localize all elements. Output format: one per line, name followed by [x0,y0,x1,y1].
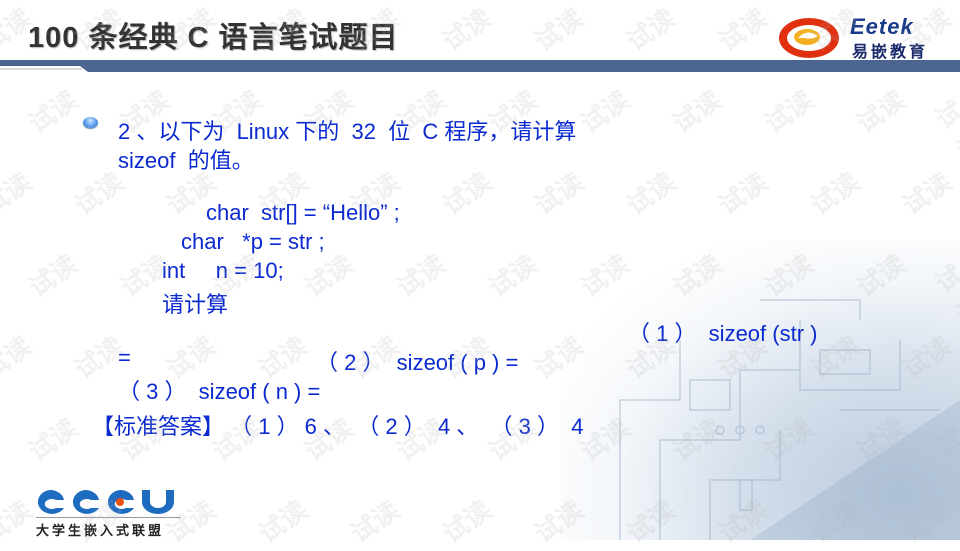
watermark-text: 试读 [22,248,83,303]
code-line-1: char str[] = “Hello” ; [206,200,400,225]
sub-question-2: （ 2 ） sizeof ( p ) = [316,350,519,375]
cccu-divider [36,517,181,518]
question-line-2: sizeof 的值。 [118,148,254,173]
page-title: 100 条经典 C 语言笔试题目 [28,22,399,54]
code-line-4: 请计算 [162,292,229,317]
watermark-text: 试读 [850,84,911,139]
watermark-text: 试读 [528,2,589,57]
cccu-subtitle: 大学生嵌入式联盟 [36,523,165,538]
sub-question-1: （ 1 ） sizeof (str ) [628,321,818,346]
watermark-text: 试读 [390,248,451,303]
sub-question-1-equals: = [118,345,131,370]
eetek-ring-logo-icon [779,18,839,58]
code-line-2: char *p = str ; [181,229,325,254]
eetek-subtitle: 易嵌教育 [852,44,929,61]
watermark-text: 试读 [712,2,773,57]
watermark-text: 试读 [574,84,635,139]
code-line-3: int n = 10; [162,258,284,283]
eetek-logo: Eetek 易嵌教育 [772,10,960,62]
question-line-1: 2 、以下为 Linux 下的 32 位 C 程序，请计算 [118,119,577,144]
standard-answer: 【标准答案】 （ 1 ） 6 、 （ 2 ） 4 、 （ 3 ） 4 [92,414,584,439]
watermark-text: 试读 [620,2,681,57]
watermark-text: 试读 [436,2,497,57]
eetek-brand-text: Eetek [850,14,914,39]
watermark-text: 试读 [0,166,37,221]
watermark-text: 试读 [666,84,727,139]
sub-question-3: （ 3 ） sizeof ( n ) = [118,379,321,404]
watermark-text: 试读 [22,84,83,139]
watermark-text: 试读 [620,166,681,221]
watermark-text: 试读 [758,84,819,139]
bullet-icon [83,117,98,128]
watermark-text: 试读 [436,494,497,549]
watermark-text: 试读 [896,166,957,221]
watermark-text: 试读 [929,95,960,166]
watermark-text: 试读 [712,166,773,221]
watermark-text: 试读 [436,166,497,221]
watermark-text: 试读 [482,248,543,303]
watermark-text: 试读 [22,412,83,467]
watermark-text: 试读 [0,330,37,385]
watermark-text: 试读 [344,494,405,549]
watermark-text: 试读 [252,494,313,549]
watermark-text: 试读 [804,166,865,221]
watermark-text: 试读 [528,166,589,221]
